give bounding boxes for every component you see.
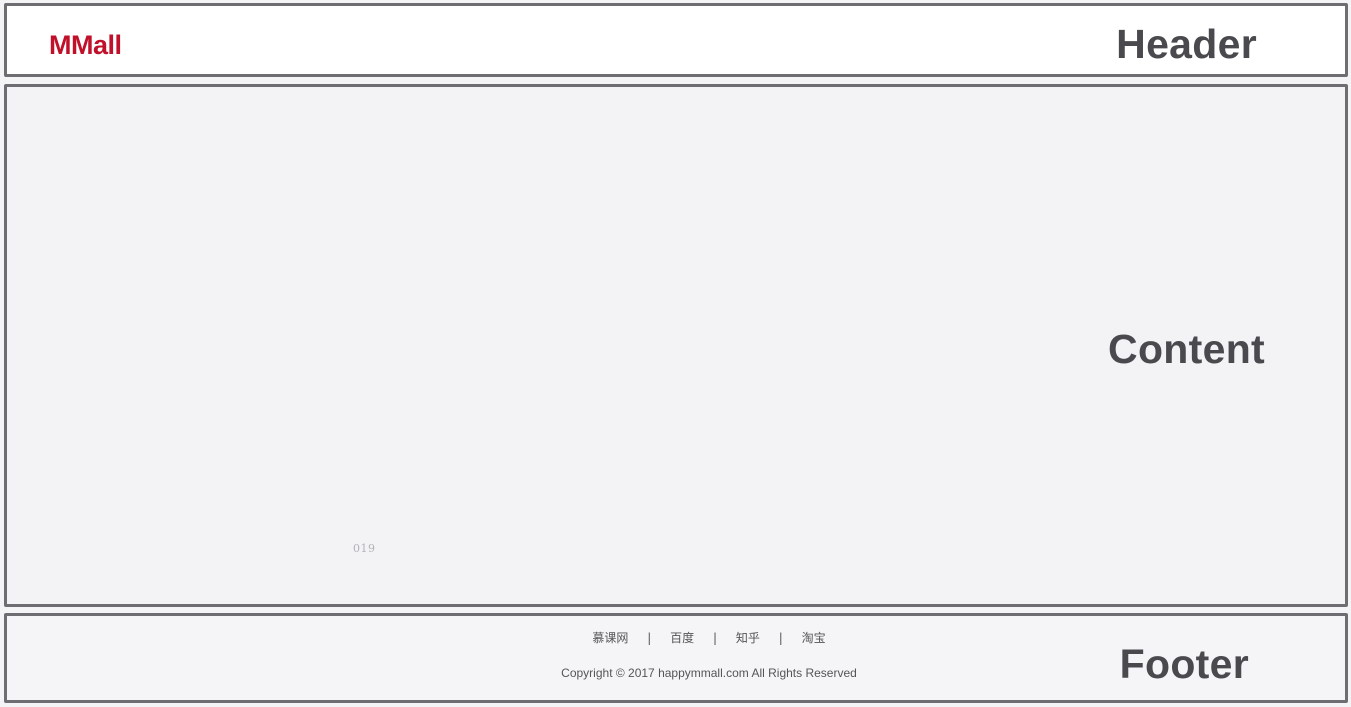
footer-link-imooc[interactable]: 慕课网 bbox=[592, 631, 628, 645]
header-region: MMall Header bbox=[4, 3, 1348, 77]
content-region-label: Content bbox=[1108, 326, 1265, 372]
footer-separator: | bbox=[712, 631, 718, 645]
footer-region-label: Footer bbox=[1119, 641, 1249, 687]
content-region: Content 019 bbox=[4, 84, 1348, 607]
footer-separator: | bbox=[647, 631, 652, 645]
footer-link-baidu[interactable]: 百度 bbox=[670, 631, 694, 645]
footer-separator: | bbox=[778, 631, 783, 645]
footer-region: 慕课网 | 百度 | 知乎 | 淘宝 Copyright © 2017 happ… bbox=[4, 613, 1348, 703]
brand-logo[interactable]: MMall bbox=[49, 30, 122, 61]
header-region-label: Header bbox=[1116, 21, 1257, 67]
footer-link-taobao[interactable]: 淘宝 bbox=[802, 631, 826, 645]
layout-diagram: MMall Header Content 019 慕课网 | 百度 | 知乎 |… bbox=[0, 0, 1351, 707]
footer-link-zhihu[interactable]: 知乎 bbox=[736, 631, 760, 645]
video-watermark: 019 bbox=[353, 542, 376, 555]
